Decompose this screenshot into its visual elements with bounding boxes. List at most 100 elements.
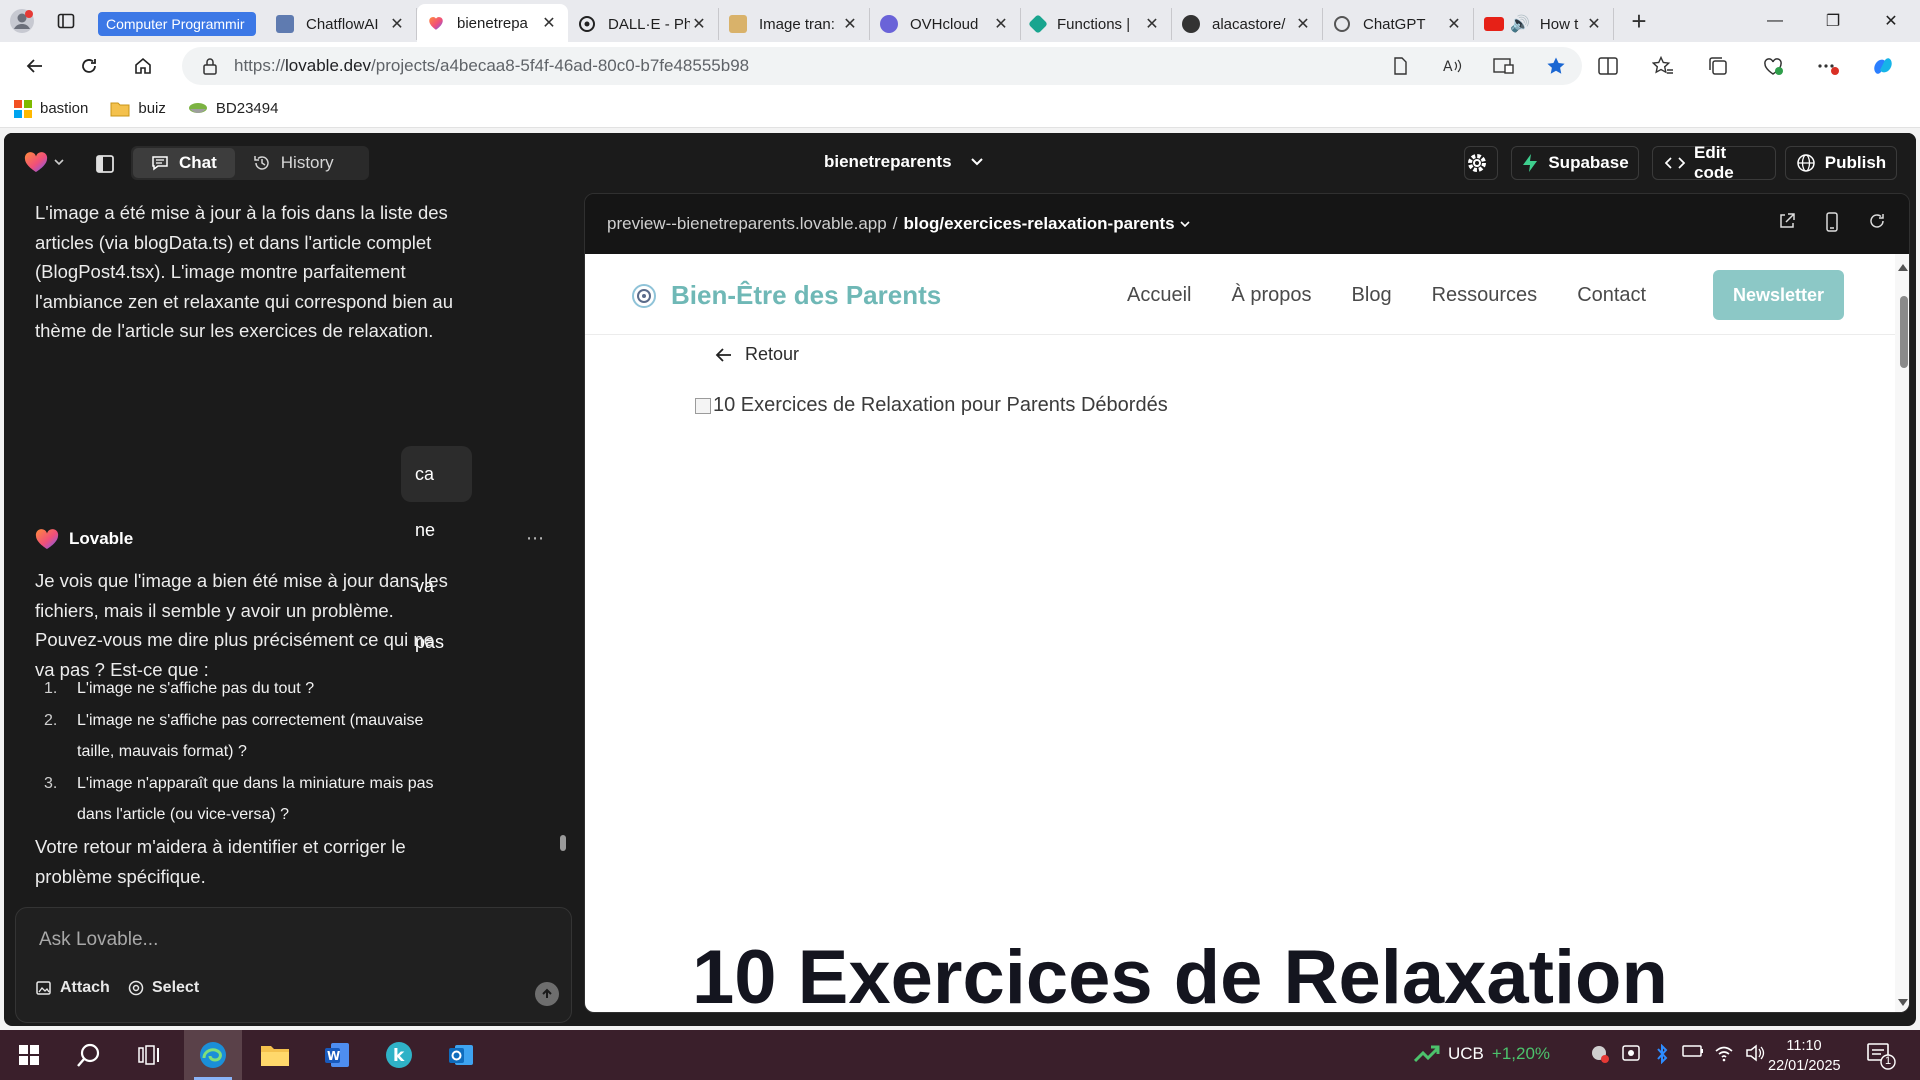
tab-history[interactable]: History: [235, 148, 352, 178]
scroll-thumb[interactable]: [1900, 296, 1908, 368]
nav-link-a-propos[interactable]: À propos: [1231, 284, 1311, 307]
favorite-star-icon[interactable]: [1530, 56, 1582, 76]
browser-tab[interactable]: Image tran: ✕: [719, 8, 870, 40]
edit-code-button[interactable]: Edit code: [1652, 143, 1776, 182]
nav-link-ressources[interactable]: Ressources: [1432, 284, 1538, 307]
wifi-icon[interactable]: [1708, 1044, 1739, 1064]
notification-count: 1: [1884, 1055, 1892, 1067]
ticker-change: +1,20%: [1491, 1044, 1551, 1063]
browser-tab[interactable]: alacastore/ ✕: [1172, 8, 1323, 40]
browser-tab[interactable]: ChatflowAI ✕: [266, 8, 417, 40]
scroll-up-arrow[interactable]: [1898, 264, 1908, 271]
preview-scrollbar[interactable]: [1895, 254, 1909, 1012]
new-tab-button[interactable]: +: [1614, 0, 1664, 42]
select-button[interactable]: Select: [127, 979, 199, 997]
newsletter-button[interactable]: Newsletter: [1713, 270, 1844, 320]
volume-icon[interactable]: [1739, 1044, 1770, 1064]
task-view-icon[interactable]: [120, 1030, 178, 1080]
tab-group-label[interactable]: Computer Programmir: [88, 8, 266, 40]
app-view-icon[interactable]: [1478, 57, 1530, 75]
collections-icon[interactable]: [1690, 56, 1745, 76]
browser-tab[interactable]: 🔊 How t ✕: [1474, 8, 1614, 40]
back-link[interactable]: Retour: [715, 344, 799, 365]
toggle-sidebar-icon[interactable]: [90, 149, 120, 179]
file-explorer-icon[interactable]: [246, 1030, 304, 1080]
start-button[interactable]: [0, 1030, 58, 1080]
back-icon[interactable]: [8, 42, 62, 90]
close-icon[interactable]: ✕: [1585, 14, 1603, 34]
arrow-up-icon: [541, 988, 553, 1000]
lovable-menu[interactable]: [24, 151, 64, 173]
close-icon[interactable]: ✕: [388, 14, 406, 34]
restore-icon[interactable]: ❐: [1804, 0, 1862, 42]
search-icon[interactable]: [60, 1030, 118, 1080]
close-icon[interactable]: ✕: [1294, 14, 1312, 34]
chat-input-box[interactable]: Ask Lovable... Attach Select: [15, 907, 572, 1023]
notification-center-button[interactable]: 1: [1866, 1042, 1896, 1070]
chevron-down-icon: [54, 158, 64, 166]
k-app-icon[interactable]: k: [370, 1030, 428, 1080]
nav-link-accueil[interactable]: Accueil: [1127, 284, 1191, 307]
close-window-icon[interactable]: ✕: [1862, 0, 1920, 42]
lock-icon[interactable]: [202, 57, 218, 75]
url-path: /projects/a4becaa8-5f4f-46ad-80c0-b7fe48…: [371, 56, 750, 75]
favorites-icon[interactable]: [1635, 56, 1690, 76]
close-icon[interactable]: ✕: [1445, 14, 1463, 34]
home-icon[interactable]: [116, 42, 170, 90]
refresh-icon[interactable]: [62, 42, 116, 90]
profile-icon[interactable]: [0, 0, 44, 42]
reload-preview-icon[interactable]: [1854, 212, 1899, 232]
close-icon[interactable]: ✕: [992, 14, 1010, 34]
chat-scrollbar[interactable]: [560, 835, 566, 851]
minimize-icon[interactable]: —: [1746, 0, 1804, 42]
close-icon[interactable]: ✕: [540, 13, 558, 33]
scroll-down-arrow[interactable]: [1898, 999, 1908, 1006]
split-screen-icon[interactable]: [1580, 57, 1635, 75]
browser-tab[interactable]: OVHcloud ✕: [870, 8, 1021, 40]
mobile-view-icon[interactable]: [1809, 212, 1854, 232]
nav-link-blog[interactable]: Blog: [1352, 284, 1392, 307]
battery-icon[interactable]: [1677, 1044, 1708, 1064]
more-options-icon[interactable]: [1800, 56, 1855, 76]
close-icon[interactable]: ✕: [690, 14, 708, 34]
stock-ticker[interactable]: UCB +1,20%: [1414, 1044, 1550, 1064]
close-icon[interactable]: ✕: [1143, 14, 1161, 34]
speaker-icon[interactable]: 🔊: [1510, 14, 1530, 34]
browser-tab-active[interactable]: bienetrepa ✕: [417, 4, 568, 42]
send-button[interactable]: [535, 982, 559, 1006]
bluetooth-icon[interactable]: [1646, 1044, 1677, 1064]
meet-now-icon[interactable]: [1615, 1044, 1646, 1064]
copilot-icon[interactable]: [1855, 53, 1910, 79]
close-icon[interactable]: ✕: [841, 14, 859, 34]
browser-tab[interactable]: ChatGPT ✕: [1323, 8, 1474, 40]
address-bar[interactable]: https://lovable.dev/projects/a4becaa8-5f…: [182, 47, 1582, 85]
reader-page-icon[interactable]: [1374, 57, 1426, 75]
bookmark-item[interactable]: bastion: [14, 99, 88, 118]
browser-tab[interactable]: DALL·E - Ph ✕: [568, 8, 719, 40]
tab-actions-icon[interactable]: [44, 0, 88, 42]
supabase-button[interactable]: Supabase: [1511, 146, 1639, 180]
project-switcher[interactable]: bienetreparents: [824, 152, 984, 172]
system-clock[interactable]: 11:10 22/01/2025: [1768, 1036, 1841, 1076]
bookmark-item[interactable]: buiz: [110, 100, 166, 117]
attach-button[interactable]: Attach: [35, 979, 110, 997]
security-globe-icon[interactable]: [1584, 1044, 1615, 1064]
outlook-icon[interactable]: [432, 1030, 490, 1080]
publish-button[interactable]: Publish: [1785, 146, 1897, 180]
tab-chat[interactable]: Chat: [133, 148, 235, 178]
image-translate-favicon-icon: [729, 15, 747, 33]
nav-link-contact[interactable]: Contact: [1577, 284, 1646, 307]
edge-taskbar-icon[interactable]: [184, 1030, 242, 1080]
chat-input-placeholder[interactable]: Ask Lovable...: [39, 929, 158, 951]
message-options-icon[interactable]: ⋯: [526, 528, 544, 549]
settings-button[interactable]: [1464, 146, 1498, 180]
read-aloud-icon[interactable]: A: [1426, 57, 1478, 75]
browser-essentials-icon[interactable]: [1745, 56, 1800, 76]
word-icon[interactable]: W: [308, 1030, 366, 1080]
app-header: Chat History bienetreparents Supabase Ed…: [4, 133, 1916, 193]
open-external-icon[interactable]: [1764, 212, 1809, 232]
bookmark-item[interactable]: BD23494: [188, 100, 278, 117]
preview-url[interactable]: preview--bienetreparents.lovable.app / b…: [607, 214, 1191, 234]
site-brand[interactable]: Bien-Être des Parents: [631, 280, 941, 311]
browser-tab[interactable]: Functions | ✕: [1021, 8, 1172, 40]
